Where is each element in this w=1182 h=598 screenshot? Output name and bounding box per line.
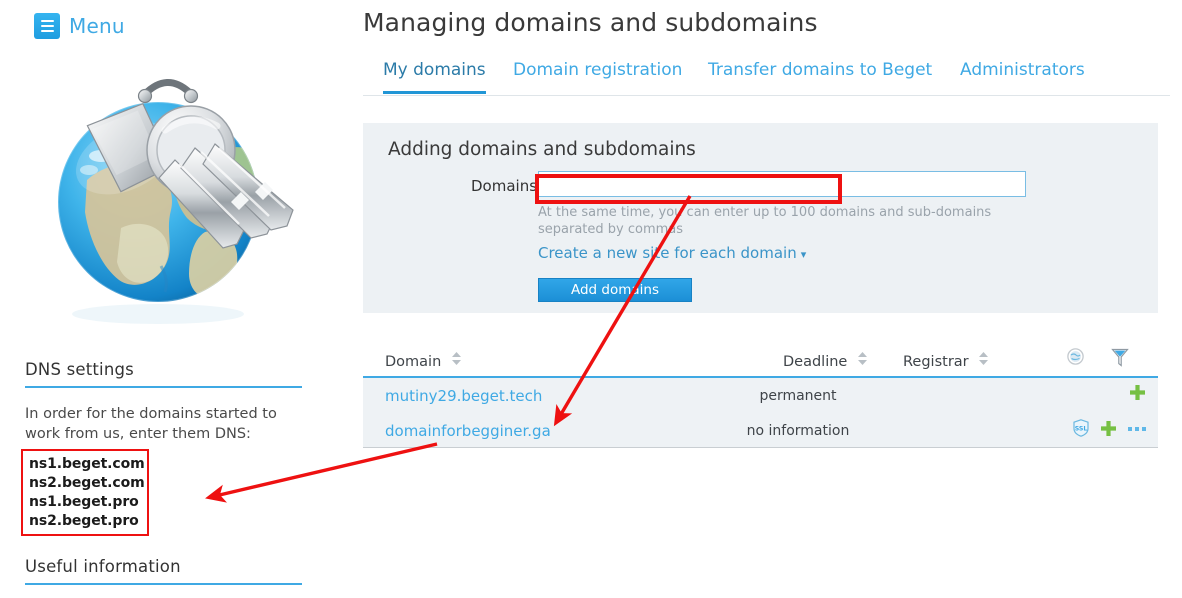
domains-input[interactable] — [538, 171, 1026, 197]
row-actions — [1129, 384, 1146, 405]
filter-funnel-icon[interactable] — [1111, 348, 1129, 371]
tab-my-domains[interactable]: My domains — [383, 60, 486, 94]
column-header-deadline-label: Deadline — [783, 354, 848, 370]
sidebar: Menu DNS settings In order for the domai… — [0, 0, 345, 598]
svg-text:SSL: SSL — [1075, 426, 1088, 433]
sort-arrows-icon[interactable] — [857, 352, 867, 365]
tab-administrators[interactable]: Administrators — [960, 60, 1085, 91]
tab-transfer-domains[interactable]: Transfer domains to Beget — [708, 60, 932, 91]
page-title: Managing domains and subdomains — [363, 8, 818, 37]
page-root: Menu DNS settings In order for the domai… — [0, 0, 1182, 598]
globe-with-keys-image — [25, 52, 320, 347]
sort-arrows-icon[interactable] — [451, 352, 461, 365]
nameserver-item: ns2.beget.pro — [29, 513, 139, 529]
dns-settings-heading: DNS settings — [25, 360, 302, 388]
nameserver-item: ns2.beget.com — [29, 475, 145, 491]
table-row[interactable]: mutiny29.beget.tech permanent — [363, 378, 1158, 413]
table-header-row: Domain Deadline Registrar — [363, 340, 1158, 378]
add-plus-icon[interactable] — [1129, 384, 1146, 405]
main-content: Managing domains and subdomains My domai… — [345, 0, 1182, 598]
tab-bar: My domains Domain registration Transfer … — [363, 60, 1170, 96]
panel-title: Adding domains and subdomains — [388, 139, 696, 160]
hamburger-icon — [34, 13, 60, 39]
chevron-down-icon: ▾ — [800, 248, 807, 261]
nameserver-item: ns1.beget.pro — [29, 494, 139, 510]
column-header-domain-label: Domain — [385, 354, 442, 370]
create-new-site-label: Create a new site for each domain — [538, 244, 797, 262]
domain-link[interactable]: mutiny29.beget.tech — [385, 387, 542, 405]
more-options-icon[interactable] — [1128, 427, 1146, 433]
domain-deadline: permanent — [759, 388, 837, 404]
create-new-site-toggle[interactable]: Create a new site for each domain ▾ — [538, 244, 806, 262]
add-domains-button[interactable]: Add domains — [538, 278, 692, 302]
ssl-shield-icon[interactable]: SSL — [1073, 419, 1089, 441]
menu-button[interactable]: Menu — [34, 13, 125, 39]
nameserver-item: ns1.beget.com — [29, 456, 145, 472]
globe-icon[interactable] — [1067, 348, 1084, 369]
dns-settings-description: In order for the domains started to work… — [25, 406, 277, 442]
column-header-registrar[interactable]: Registrar — [903, 352, 989, 370]
useful-information-heading: Useful information — [25, 557, 302, 585]
menu-label: Menu — [69, 14, 125, 38]
domains-hint-text: At the same time, you can enter up to 10… — [538, 205, 992, 237]
column-header-domain[interactable]: Domain — [385, 352, 461, 370]
column-header-deadline[interactable]: Deadline — [783, 352, 867, 370]
row-actions: SSL — [1073, 419, 1146, 441]
add-domains-panel: Adding domains and subdomains Domains: A… — [363, 123, 1158, 313]
add-plus-icon[interactable] — [1100, 420, 1117, 441]
domain-deadline: no information — [746, 423, 850, 439]
nameservers-highlight-box: ns1.beget.com ns2.beget.com ns1.beget.pr… — [21, 449, 149, 536]
sort-arrows-icon[interactable] — [979, 352, 989, 365]
column-header-registrar-label: Registrar — [903, 354, 969, 370]
table-row[interactable]: domainforbegginer.ga no information SSL — [363, 413, 1158, 448]
domain-link[interactable]: domainforbegginer.ga — [385, 422, 551, 440]
tab-domain-registration[interactable]: Domain registration — [513, 60, 682, 91]
domains-table: Domain Deadline Registrar mutiny29.beget… — [363, 340, 1158, 448]
domains-field-label: Domains: — [471, 177, 543, 195]
